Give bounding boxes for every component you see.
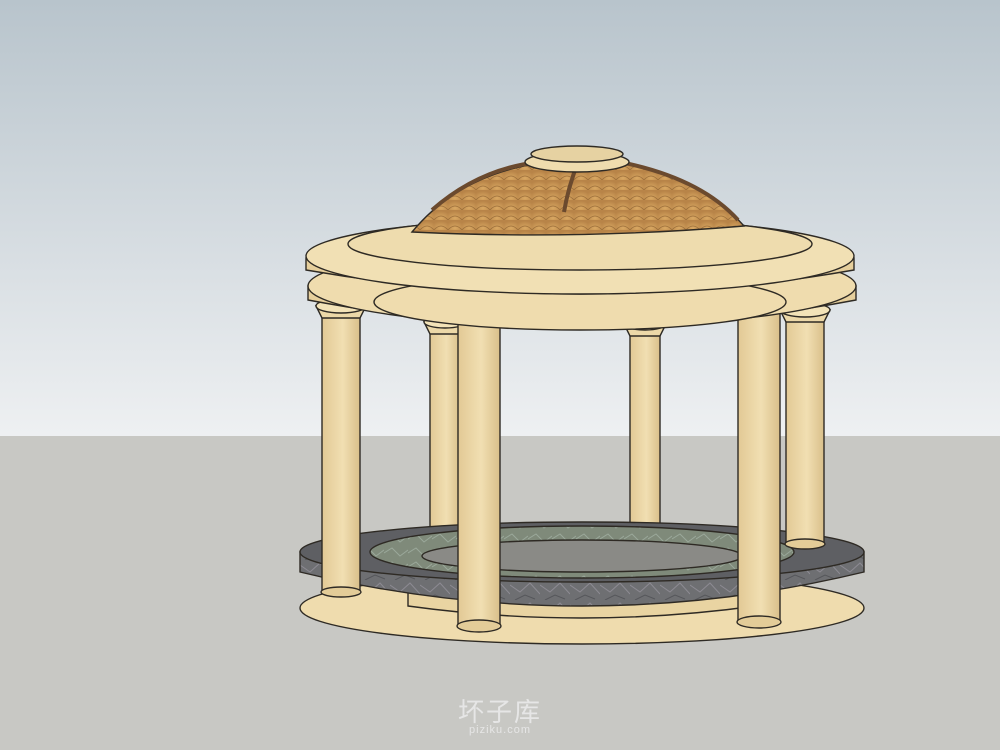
- watermark-url: piziku.com: [469, 724, 531, 736]
- column-back-right: [622, 317, 668, 535]
- lantern-top: [530, 145, 624, 163]
- column-front-far-left: [314, 298, 368, 598]
- sketchup-viewport[interactable]: 坏子库 piziku.com: [0, 0, 1000, 750]
- column-front-far-right: [778, 302, 832, 550]
- column-front-right: [728, 277, 790, 629]
- gazebo-scene: [0, 0, 1000, 750]
